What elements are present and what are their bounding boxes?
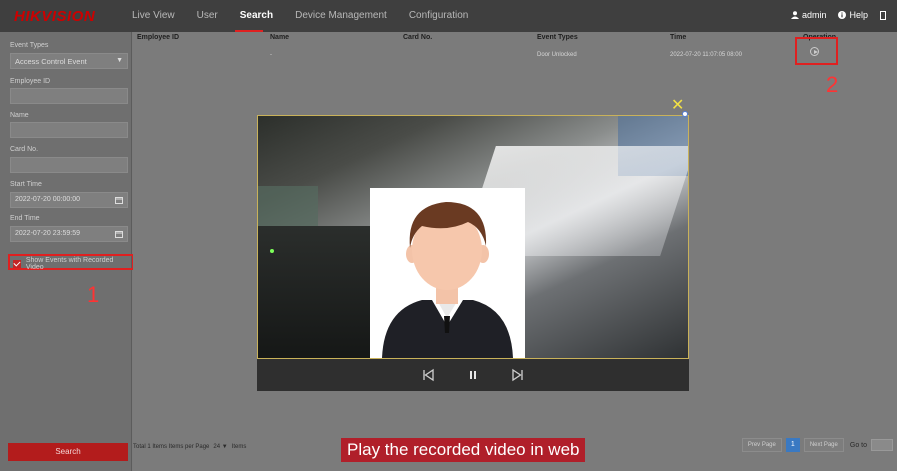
nav-search[interactable]: Search (240, 10, 273, 21)
brand-logo: HIKVISION (14, 8, 96, 25)
checkbox-checked-icon (13, 260, 21, 268)
recorded-video-label: Show Events with Recorded Video (25, 257, 114, 271)
table-header: Employee ID Name Card No. Event Types Ti… (133, 32, 897, 44)
chevron-down-icon: ▼ (116, 57, 123, 64)
end-time-input[interactable]: 2022-07-20 23:59:59 (10, 226, 128, 242)
event-types-value: Access Control Event (15, 57, 87, 66)
name-label: Name (10, 112, 29, 119)
calendar-icon[interactable] (115, 230, 123, 238)
video-caption: Play the recorded video in web (341, 438, 586, 462)
recorded-video-checkbox[interactable]: Show Events with Recorded Video (13, 257, 131, 271)
cell-event-type: Door Unlocked (537, 52, 577, 58)
employee-id-label: Employee ID (10, 78, 51, 85)
pause-icon[interactable] (466, 368, 480, 382)
pagination-summary: Total 1 Items Items per Page 24 ▼ Items (133, 444, 246, 450)
info-icon (838, 11, 847, 19)
help-label: Help (849, 10, 868, 20)
user-name: admin (801, 10, 827, 20)
calendar-icon[interactable] (115, 196, 123, 204)
prev-page-button[interactable]: Prev Page (741, 438, 782, 452)
resize-handle[interactable] (682, 111, 688, 117)
end-time-value: 2022-07-20 23:59:59 (15, 230, 80, 237)
start-time-value: 2022-07-20 00:00:00 (15, 196, 80, 203)
person-avatar-icon (370, 188, 525, 358)
items-per-page-value: 24 (213, 444, 221, 450)
search-filter-panel: Event Types Access Control Event ▼ Emplo… (0, 32, 134, 471)
total-items-text: Total 1 Items Items per Page (133, 444, 210, 450)
nav-live-view[interactable]: Live View (132, 10, 175, 21)
annotation-marker-2: 2 (826, 72, 839, 97)
search-button[interactable]: Search (8, 443, 128, 461)
next-frame-icon[interactable] (511, 368, 525, 382)
col-event-types: Event Types (537, 34, 578, 41)
col-name: Name (270, 34, 290, 41)
main-nav: Live View User Search Device Management … (132, 10, 490, 21)
end-time-label: End Time (10, 215, 40, 222)
col-time: Time (670, 34, 687, 41)
nav-device-management[interactable]: Device Management (295, 10, 387, 21)
user-icon (790, 11, 799, 19)
card-no-input[interactable] (10, 157, 128, 173)
video-scene-led (270, 249, 274, 253)
highlight-box-2 (795, 37, 838, 65)
event-types-select[interactable]: Access Control Event ▼ (10, 53, 128, 69)
header-actions: admin Help (779, 10, 889, 20)
event-types-label: Event Types (10, 42, 49, 49)
cell-name: - (270, 52, 272, 58)
person-portrait-image (370, 188, 525, 358)
top-navigation-bar: HIKVISION Live View User Search Device M… (0, 0, 897, 32)
logout-icon (880, 10, 886, 20)
col-card-no: Card No. (403, 34, 433, 41)
employee-id-input[interactable] (10, 88, 128, 104)
pagination: Prev Page 1 Next Page Go to (738, 438, 893, 452)
name-input[interactable] (10, 122, 128, 138)
start-time-input[interactable]: 2022-07-20 00:00:00 (10, 192, 128, 208)
annotation-marker-1: 1 (87, 282, 100, 307)
nav-user[interactable]: User (197, 10, 218, 21)
goto-page-input[interactable] (871, 439, 893, 451)
logout-button[interactable] (880, 10, 889, 20)
items-per-page-select[interactable]: 24 ▼ (213, 444, 227, 450)
nav-configuration[interactable]: Configuration (409, 10, 468, 21)
next-page-button[interactable]: Next Page (803, 438, 844, 452)
cell-time: 2022-07-20 11:07:05 08:00 (670, 52, 742, 58)
user-menu[interactable]: admin (790, 10, 827, 20)
col-employee-id: Employee ID (137, 34, 180, 41)
start-time-label: Start Time (10, 181, 42, 188)
goto-label: Go to (849, 441, 867, 449)
video-controls-bar (257, 359, 689, 391)
help-menu[interactable]: Help (838, 10, 868, 20)
card-no-label: Card No. (10, 146, 39, 153)
prev-frame-icon[interactable] (421, 368, 435, 382)
video-player[interactable] (257, 115, 689, 359)
items-label: Items (231, 444, 247, 450)
current-page[interactable]: 1 (785, 438, 800, 452)
